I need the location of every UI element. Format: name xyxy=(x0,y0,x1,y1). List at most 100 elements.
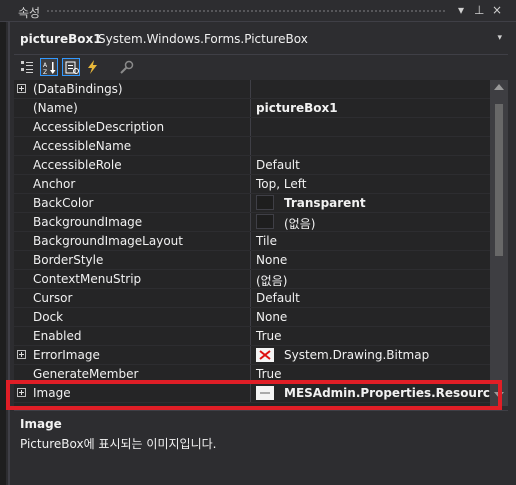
object-name: pictureBox1 xyxy=(20,32,102,46)
property-value[interactable]: Default xyxy=(256,291,300,305)
column-divider[interactable] xyxy=(250,251,251,269)
column-divider[interactable] xyxy=(250,194,251,212)
property-name: Dock xyxy=(33,310,64,324)
property-row[interactable]: Anchor Top, Left xyxy=(14,175,490,194)
property-name: (DataBindings) xyxy=(33,82,123,96)
column-divider[interactable] xyxy=(250,213,251,231)
property-name: BackgroundImage xyxy=(33,215,143,229)
description-text: PictureBox에 표시되는 이미지입니다. xyxy=(20,437,217,451)
property-name: Cursor xyxy=(33,291,73,305)
property-row[interactable]: GenerateMember True xyxy=(14,365,490,384)
property-value[interactable]: True xyxy=(256,367,282,381)
property-name: Anchor xyxy=(33,177,76,191)
property-value[interactable]: MESAdmin.Properties.Resources.loa xyxy=(284,386,490,400)
scroll-down-icon[interactable] xyxy=(494,392,504,398)
property-name: ErrorImage xyxy=(33,348,100,362)
panel-title: 속성 xyxy=(18,6,41,20)
expand-icon[interactable] xyxy=(17,84,26,93)
alphabetical-icon: A Z xyxy=(43,62,56,75)
expand-icon[interactable] xyxy=(17,388,26,397)
close-icon[interactable]: × xyxy=(492,3,502,17)
property-row[interactable]: BackgroundImageLayout Tile xyxy=(14,232,490,251)
alphabetical-button[interactable]: A Z xyxy=(40,58,58,76)
property-name: (Name) xyxy=(33,101,78,115)
property-value[interactable]: None xyxy=(256,253,287,267)
object-selector[interactable]: pictureBox1 System.Windows.Forms.Picture… xyxy=(14,28,508,50)
property-row[interactable]: (Name) pictureBox1 xyxy=(14,99,490,118)
property-row[interactable]: BackColor Transparent xyxy=(14,194,490,213)
property-name: GenerateMember xyxy=(33,367,139,381)
property-name: ContextMenuStrip xyxy=(33,272,142,286)
left-divider xyxy=(8,22,10,485)
panel-titlebar: 속성 ▾ ⊥ × xyxy=(0,0,516,22)
column-divider[interactable] xyxy=(250,137,251,155)
categorized-button[interactable] xyxy=(18,58,36,76)
pin-icon[interactable]: ⊥ xyxy=(474,3,484,17)
property-name: Enabled xyxy=(33,329,82,343)
events-button[interactable] xyxy=(84,58,102,76)
vertical-scrollbar[interactable] xyxy=(490,80,508,406)
expand-icon[interactable] xyxy=(17,350,26,359)
categorized-icon xyxy=(21,61,33,73)
scroll-thumb[interactable] xyxy=(495,104,503,256)
property-grid: (DataBindings) (Name) pictureBox1 Accessibl… xyxy=(14,80,490,406)
column-divider[interactable] xyxy=(250,327,251,345)
column-divider[interactable] xyxy=(250,270,251,288)
color-swatch xyxy=(256,195,274,210)
property-value[interactable]: pictureBox1 xyxy=(256,101,338,115)
property-name: BackgroundImageLayout xyxy=(33,234,183,248)
svg-text:A: A xyxy=(43,62,48,69)
property-value[interactable]: Tile xyxy=(256,234,277,248)
scroll-up-icon[interactable] xyxy=(494,84,504,90)
property-name: AccessibleName xyxy=(33,139,132,153)
property-name: Image xyxy=(33,386,71,400)
column-divider[interactable] xyxy=(250,175,251,193)
column-divider[interactable] xyxy=(250,384,251,402)
column-divider[interactable] xyxy=(250,99,251,117)
column-divider[interactable] xyxy=(250,80,251,98)
column-divider[interactable] xyxy=(250,118,251,136)
property-value[interactable]: (없음) xyxy=(256,272,287,289)
property-value[interactable]: (없음) xyxy=(284,215,315,232)
column-divider[interactable] xyxy=(250,365,251,383)
property-value[interactable]: System.Drawing.Bitmap xyxy=(284,348,429,362)
property-row[interactable]: AccessibleRole Default xyxy=(14,156,490,175)
property-row[interactable]: Image MESAdmin.Properties.Resources.loa xyxy=(14,384,490,403)
left-edge xyxy=(0,22,6,485)
property-row[interactable]: AccessibleDescription xyxy=(14,118,490,137)
property-row[interactable]: BackgroundImage (없음) xyxy=(14,213,490,232)
object-type: System.Windows.Forms.PictureBox xyxy=(98,32,308,46)
column-divider[interactable] xyxy=(250,346,251,364)
properties-button[interactable] xyxy=(62,58,80,76)
property-row[interactable]: ErrorImage System.Drawing.Bitmap xyxy=(14,346,490,365)
titlebar-grip[interactable] xyxy=(46,9,446,14)
panel-menu-dropdown-icon[interactable]: ▾ xyxy=(458,3,464,17)
chevron-down-icon[interactable]: ▾ xyxy=(497,33,502,43)
property-row[interactable]: ContextMenuStrip (없음) xyxy=(14,270,490,289)
property-value[interactable]: None xyxy=(256,310,287,324)
column-divider[interactable] xyxy=(250,232,251,250)
image-thumbnail-icon xyxy=(256,386,274,400)
property-value[interactable]: Default xyxy=(256,158,300,172)
property-value[interactable]: Transparent xyxy=(284,196,366,210)
column-divider[interactable] xyxy=(250,289,251,307)
property-value[interactable]: Top, Left xyxy=(256,177,306,191)
property-name: BorderStyle xyxy=(33,253,104,267)
properties-icon xyxy=(65,61,79,74)
property-row[interactable]: BorderStyle None xyxy=(14,251,490,270)
property-value[interactable]: True xyxy=(256,329,282,343)
property-name: AccessibleDescription xyxy=(33,120,165,134)
events-icon xyxy=(88,60,97,74)
column-divider[interactable] xyxy=(250,308,251,326)
property-row[interactable]: (DataBindings) xyxy=(14,80,490,99)
property-row[interactable]: AccessibleName xyxy=(14,137,490,156)
property-row[interactable]: Enabled True xyxy=(14,327,490,346)
property-pages-icon xyxy=(120,60,134,74)
property-row[interactable]: Cursor Default xyxy=(14,289,490,308)
description-panel: Image PictureBox에 표시되는 이미지입니다. xyxy=(14,410,508,477)
property-row[interactable]: Dock None xyxy=(14,308,490,327)
column-divider[interactable] xyxy=(250,156,251,174)
property-pages-button[interactable] xyxy=(118,58,136,76)
description-title: Image xyxy=(20,417,62,431)
property-name: BackColor xyxy=(33,196,94,210)
